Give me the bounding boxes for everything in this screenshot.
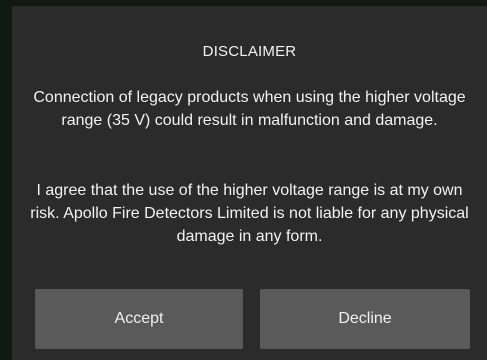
disclaimer-message-voltage: Connection of legacy products when using… — [33, 89, 466, 129]
decline-button[interactable]: Decline — [260, 289, 470, 349]
screen: DISCLAIMER Connection of legacy products… — [0, 0, 487, 360]
accept-button[interactable]: Accept — [35, 289, 243, 349]
dialog-title: DISCLAIMER — [202, 43, 297, 60]
disclaimer-dialog: DISCLAIMER Connection of legacy products… — [12, 6, 487, 360]
background-edge — [0, 0, 12, 360]
disclaimer-message-liability: I agree that the use of the higher volta… — [30, 182, 469, 245]
